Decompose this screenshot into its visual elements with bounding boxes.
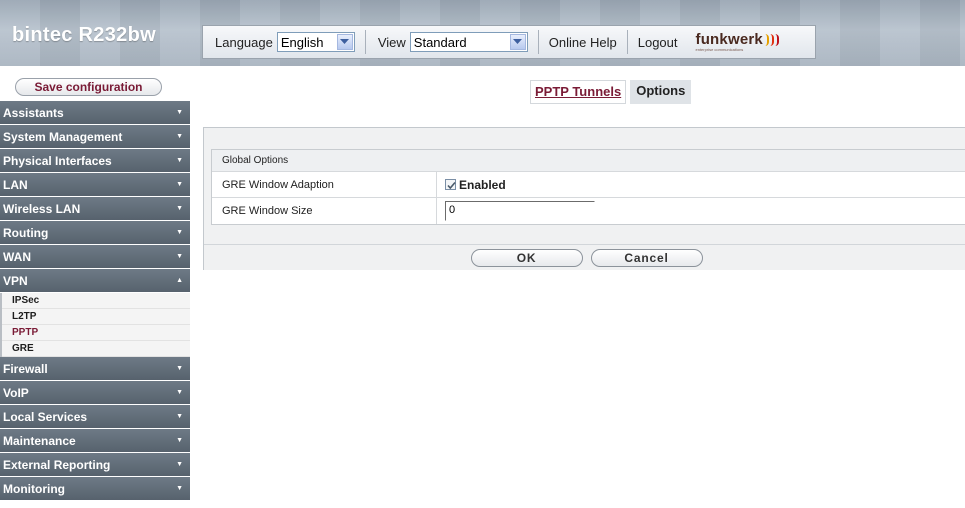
tab-pptp-tunnels[interactable]: PPTP Tunnels [530,80,627,104]
view-select-value: Standard [413,34,467,50]
funkwerk-logo: funkwerk enterprise communications [688,32,780,52]
chevron-up-icon: ▲ [176,277,183,284]
options-panel: Global Options GRE Window Adaption Enabl… [203,127,965,270]
submenu-item-pptp[interactable]: PPTP [2,325,190,341]
chevron-down-icon: ▼ [176,181,183,188]
view-label: View [377,34,406,50]
checkbox-label: Enabled [459,177,506,192]
gre-window-size-label: GRE Window Size [212,198,437,224]
form-row-gre-window-size: GRE Window Size 0 [212,198,965,224]
global-options-table: Global Options GRE Window Adaption Enabl… [211,149,965,225]
sidebar-item-label: VPN [3,273,28,288]
chevron-down-icon: ▼ [176,133,183,140]
sidebar-item-physical-interfaces[interactable]: Physical Interfaces ▼ [0,149,190,173]
online-help-link[interactable]: Online Help [539,35,627,50]
sidebar-item-label: LAN [3,177,28,192]
submenu-item-ipsec[interactable]: IPSec [2,293,190,309]
checkmark-icon [447,181,456,190]
language-select[interactable]: English [276,32,355,52]
header: bintec R232bw Language English View Stan… [0,0,965,66]
sidebar-item-label: External Reporting [3,457,111,472]
chevron-down-icon: ▼ [176,485,183,492]
view-select[interactable]: Standard [409,32,528,52]
section-header: Global Options [212,150,965,172]
chevron-down-icon [509,34,526,50]
sidebar-item-voip[interactable]: VoIP ▼ [0,381,190,405]
sidebar-item-firewall[interactable]: Firewall ▼ [0,357,190,381]
gre-window-adaption-value: Enabled [437,172,506,197]
logo-text: funkwerk [695,31,763,48]
sidebar-item-maintenance[interactable]: Maintenance ▼ [0,429,190,453]
chevron-down-icon: ▼ [176,253,183,260]
chevron-down-icon: ▼ [176,389,183,396]
tab-options[interactable]: Options [630,80,692,104]
ok-button[interactable]: OK [470,248,583,267]
language-label: Language [215,34,273,50]
logout-link[interactable]: Logout [628,35,688,50]
chevron-down-icon: ▼ [176,461,183,468]
sidebar-item-label: Wireless LAN [3,201,81,216]
sidebar-item-lan[interactable]: LAN ▼ [0,173,190,197]
vpn-submenu: IPSec L2TP PPTP GRE [0,293,190,357]
sidebar-item-label: Firewall [3,361,48,376]
gre-window-adaption-label: GRE Window Adaption [212,172,437,197]
chevron-down-icon: ▼ [176,109,183,116]
gre-window-size-value: 0 [437,198,595,224]
sidebar-item-external-reporting[interactable]: External Reporting ▼ [0,453,190,477]
wave-icon [765,33,780,46]
sidebar-menu: Assistants ▼ System Management ▼ Physical … [0,101,190,501]
sidebar-item-wan[interactable]: WAN ▼ [0,245,190,269]
chevron-down-icon: ▼ [176,365,183,372]
button-bar: OK Cancel [204,244,965,270]
sidebar-item-assistants[interactable]: Assistants ▼ [0,101,190,125]
sidebar-item-label: Routing [3,225,49,240]
language-select-value: English [280,34,324,50]
chevron-down-icon: ▼ [176,437,183,444]
top-toolbar: Language English View Standard Online He… [202,25,816,59]
cancel-button[interactable]: Cancel [590,248,703,267]
sidebar-item-label: Assistants [3,105,64,120]
gre-window-adaption-checkbox[interactable] [445,179,456,190]
chevron-down-icon: ▼ [176,229,183,236]
gre-window-size-input[interactable]: 0 [445,201,595,221]
chevron-down-icon [336,34,353,50]
sidebar-item-label: Maintenance [3,433,76,448]
chevron-down-icon: ▼ [176,157,183,164]
sidebar-item-wireless-lan[interactable]: Wireless LAN ▼ [0,197,190,221]
sidebar-item-vpn[interactable]: VPN ▲ [0,269,190,293]
sidebar-item-label: WAN [3,249,31,264]
logo-subtext: enterprise communications [695,47,744,52]
brand-title: bintec R232bw [12,24,156,46]
chevron-down-icon: ▼ [176,205,183,212]
chevron-down-icon: ▼ [176,413,183,420]
submenu-item-gre[interactable]: GRE [2,341,190,357]
sidebar-item-monitoring[interactable]: Monitoring ▼ [0,477,190,501]
sidebar-item-label: Monitoring [3,481,65,496]
save-configuration-button[interactable]: Save configuration [15,78,162,96]
sidebar-item-label: Local Services [3,409,88,424]
tab-bar: PPTP Tunnels Options [530,80,692,104]
sidebar-item-label: VoIP [3,385,29,400]
sidebar-item-label: Physical Interfaces [3,153,112,168]
sidebar-item-local-services[interactable]: Local Services ▼ [0,405,190,429]
sidebar-item-label: System Management [3,129,123,144]
sidebar-item-routing[interactable]: Routing ▼ [0,221,190,245]
form-row-gre-window-adaption: GRE Window Adaption Enabled [212,172,965,198]
submenu-item-l2tp[interactable]: L2TP [2,309,190,325]
sidebar-item-system-management[interactable]: System Management ▼ [0,125,190,149]
sidebar: Save configuration Assistants ▼ System Ma… [0,66,190,508]
